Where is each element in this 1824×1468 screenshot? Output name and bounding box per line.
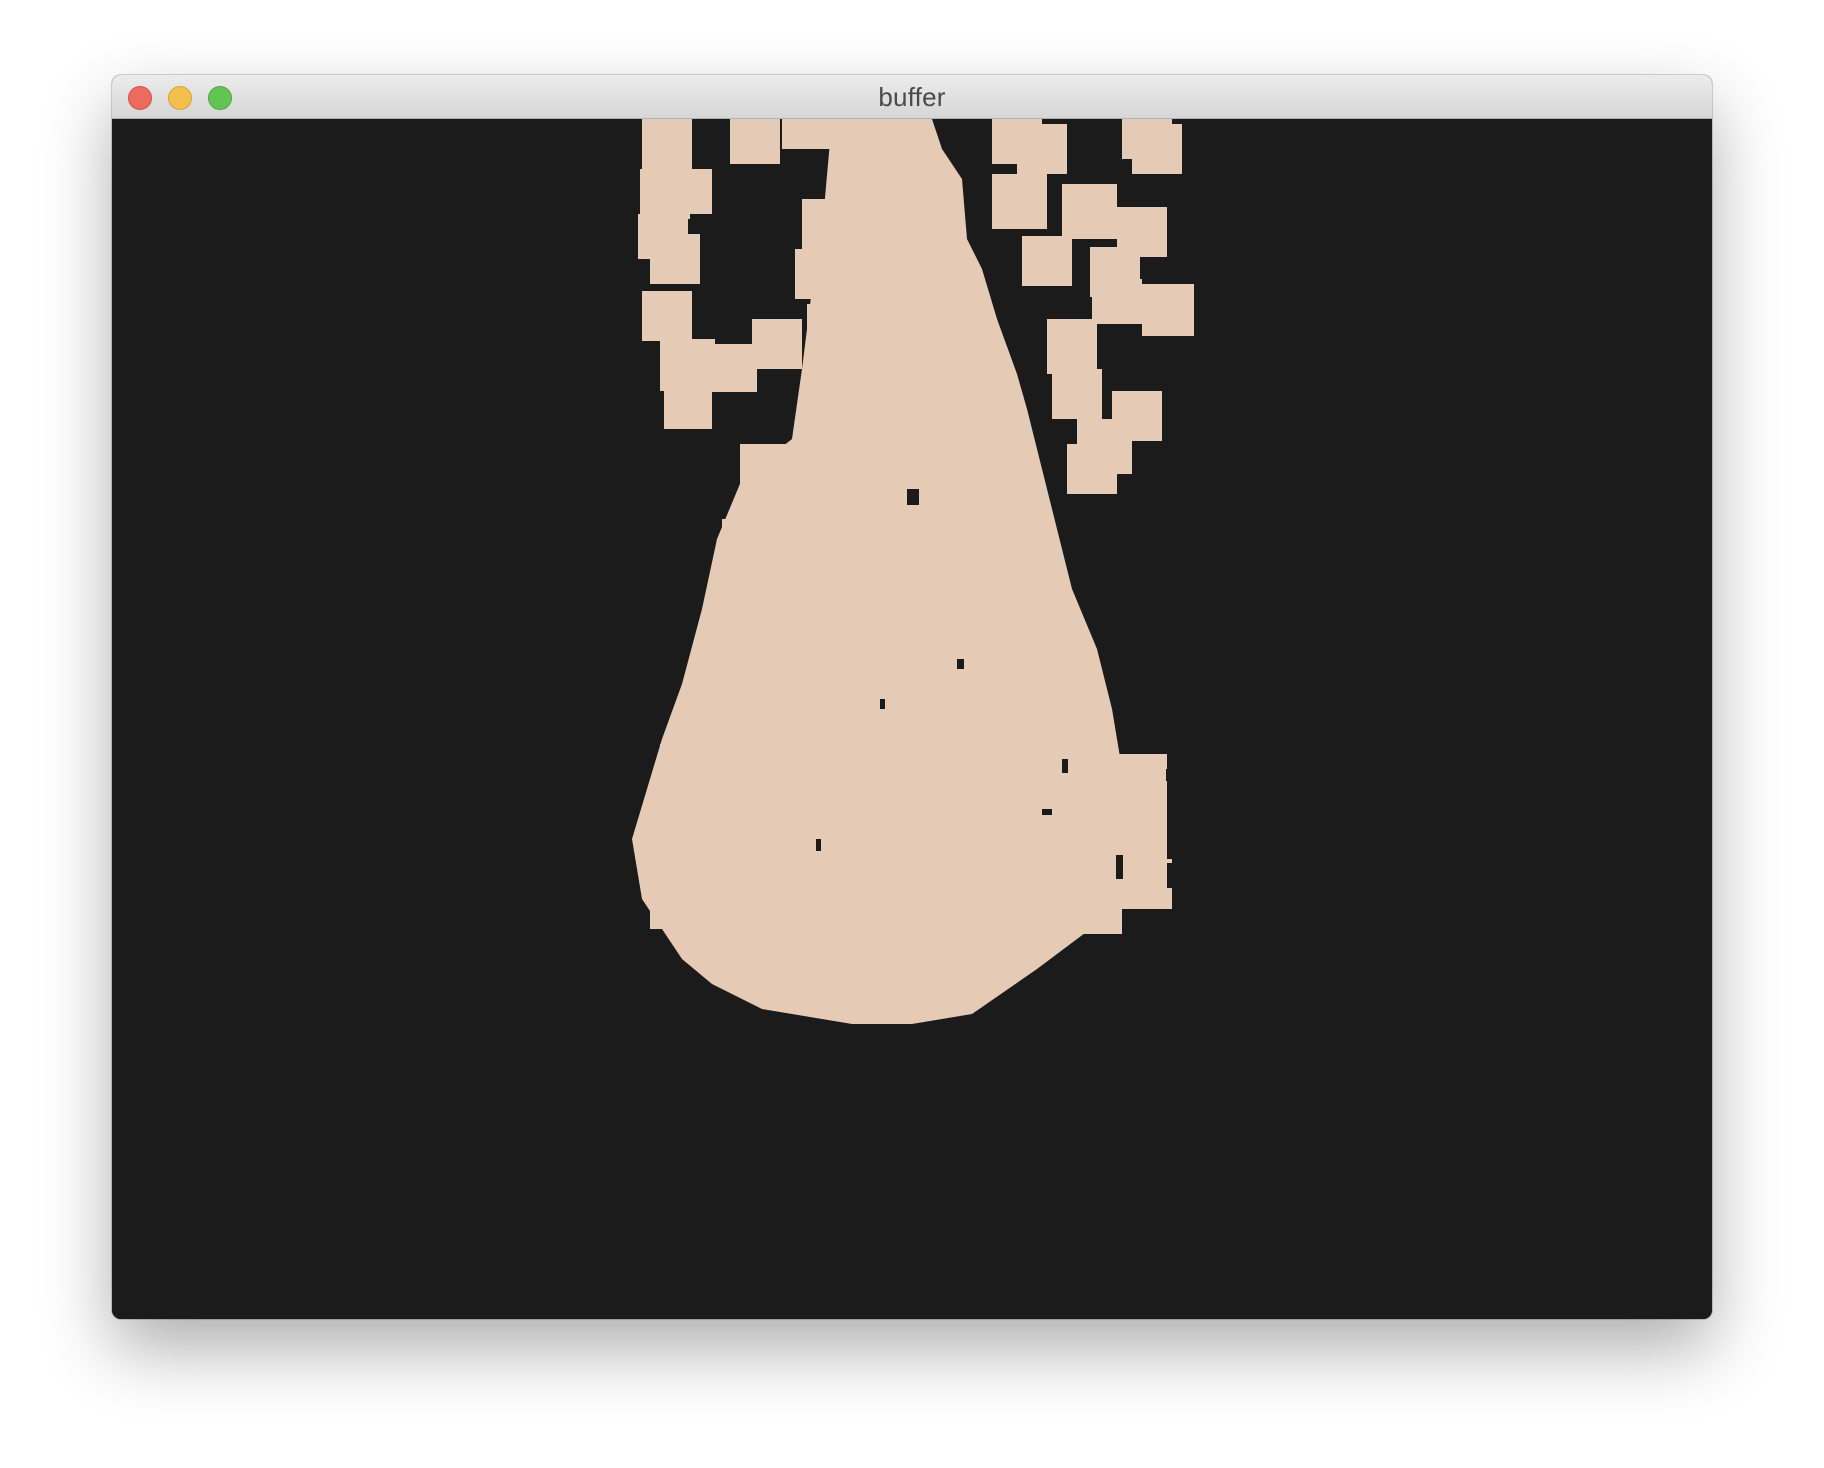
splat-block xyxy=(1067,444,1117,494)
splat-hole xyxy=(1116,855,1123,879)
splat-block xyxy=(992,174,1047,229)
splat-hole xyxy=(1166,769,1171,781)
splat-block xyxy=(732,909,792,964)
splat-block xyxy=(1052,369,1102,419)
splat-render xyxy=(112,119,1712,1319)
splat-block xyxy=(1142,284,1194,336)
splat-block xyxy=(707,639,767,689)
splat-hole xyxy=(1167,863,1187,888)
app-window: buffer xyxy=(112,75,1712,1319)
splat-block xyxy=(660,744,715,794)
splat-block xyxy=(722,519,777,569)
splat-hole xyxy=(816,839,821,851)
splat-block xyxy=(752,319,802,369)
splat-block xyxy=(740,444,800,494)
title-bar[interactable]: buffer xyxy=(112,75,1712,119)
splat-hole xyxy=(1062,759,1068,773)
splat-hole xyxy=(1042,809,1052,815)
splat-block xyxy=(1012,889,1067,944)
render-canvas[interactable] xyxy=(112,119,1712,1319)
splat-block xyxy=(1117,754,1167,814)
splat-block xyxy=(707,344,757,392)
splat-hole xyxy=(957,659,964,669)
splat-block xyxy=(842,929,902,989)
splat-hole xyxy=(907,489,919,505)
splat-block xyxy=(642,291,692,341)
splat-block xyxy=(650,874,700,929)
splat-block xyxy=(664,379,712,429)
splat-block xyxy=(807,304,862,354)
splat-block xyxy=(1132,124,1182,174)
splat-block xyxy=(1062,184,1117,239)
splat-block xyxy=(730,119,780,164)
splat-hole xyxy=(880,699,885,709)
splat-block xyxy=(1067,879,1122,934)
splat-block xyxy=(1017,124,1067,174)
splat-block xyxy=(782,119,842,149)
splat-block xyxy=(650,234,700,284)
splat-block xyxy=(952,919,1012,979)
splat-block xyxy=(795,249,845,299)
splat-block xyxy=(642,119,692,169)
splat-block xyxy=(802,199,852,254)
splat-block xyxy=(1092,279,1142,324)
splat-block xyxy=(687,689,742,749)
splat-block xyxy=(1047,319,1097,374)
splat-block xyxy=(672,169,712,214)
window-title: buffer xyxy=(878,82,946,112)
splat-block xyxy=(1022,236,1072,286)
